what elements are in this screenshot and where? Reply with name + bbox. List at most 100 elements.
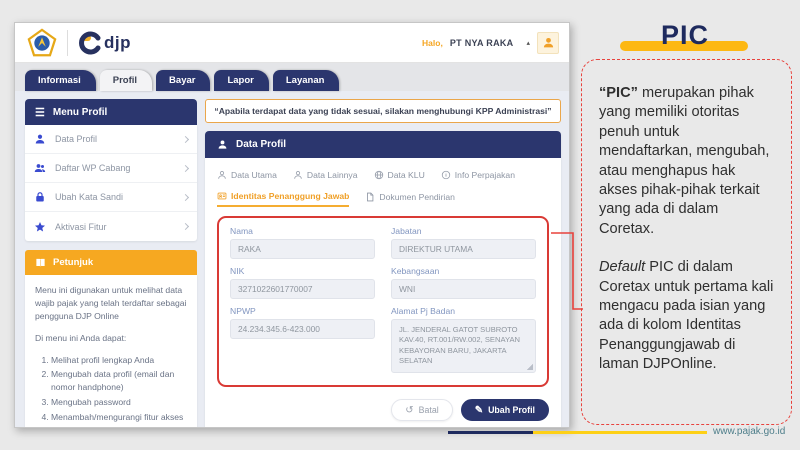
pic-annotation-paragraph-2: Default PIC di dalam Coretax untuk perta… [599,258,774,374]
djp-logo: djp [78,31,131,55]
pic-bold-term: “PIC” [599,85,638,101]
person-outline-icon [217,170,227,180]
subtab-dokumen-pendirian[interactable]: Dokumen Pendirian [365,191,454,207]
globe-icon [374,170,384,180]
caret-down-icon: ▴ [526,39,530,47]
subtab-identitas-penanggung-jawab[interactable]: Identitas Penanggung Jawab [217,191,349,207]
footer-gold-bar [533,431,707,434]
sidebar-item-daftar-wp-cabang[interactable]: Daftar WP Cabang [25,154,197,183]
jabatan-input[interactable] [391,239,536,259]
app-header: djp Halo, PT NYA RAKA ▴ [15,23,569,63]
info-icon [441,170,451,180]
user-name: PT NYA RAKA [450,38,514,48]
tab-info-perpajakan[interactable]: Info Perpajakan [441,170,515,180]
sidebar-item-label: Daftar WP Cabang [55,163,174,173]
nama-input[interactable] [230,239,375,259]
petunjuk-can-item: Mengubah password [51,396,187,409]
batal-button[interactable]: ↺ Batal [391,399,452,421]
npwp-input[interactable] [230,319,375,339]
field-nama: Nama [230,226,375,259]
subtab-label: Dokumen Pendirian [379,192,454,202]
people-icon [34,162,46,174]
tab-informasi[interactable]: Informasi [25,70,96,91]
alamat-textarea[interactable]: JL. JENDERAL GATOT SUBROTO KAV.40, RT.00… [391,319,536,373]
undo-icon: ↺ [405,405,413,416]
data-profil-card: Data Profil Data Utama Data Lainnya [205,131,561,428]
field-jabatan: Jabatan [391,226,536,259]
document-icon [365,192,375,202]
nik-input[interactable] [230,279,375,299]
id-card-icon [217,191,227,201]
hamburger-menu-icon: ☰ [35,106,45,119]
profile-tabs: Data Utama Data Lainnya Data KLU In [217,170,549,180]
sidebar-item-label: Ubah Kata Sandi [55,192,174,202]
tab-data-lainnya[interactable]: Data Lainnya [293,170,358,180]
identitas-form-highlight-box: Nama Jabatan NIK Kebangsaan [217,216,549,387]
tab-profil[interactable]: Profil [100,70,152,91]
tab-data-utama[interactable]: Data Utama [217,170,277,180]
sidebar-menu-header: ☰ Menu Profil [25,99,197,125]
person-card-icon [293,170,303,180]
field-npwp: NPWP [230,306,375,373]
petunjuk-can-item: Mengubah data profil (email dan nomor ha… [51,368,187,394]
sidebar-item-data-profil[interactable]: Data Profil [25,125,197,154]
data-profil-card-body: Data Utama Data Lainnya Data KLU In [205,158,561,428]
ubah-profil-button-label: Ubah Profil [488,405,535,415]
card-title: Data Profil [236,139,286,150]
field-label: NPWP [230,306,375,316]
book-icon [35,257,46,268]
subtab-label: Identitas Penanggung Jawab [231,191,349,201]
main-nav-tabbar: Informasi Profil Bayar Lapor Layanan [15,63,569,91]
petunjuk-can-item: Menambah/mengurangi fitur akses layanan … [51,411,187,428]
tab-label: Data KLU [388,170,425,180]
field-label: Jabatan [391,226,536,236]
pic-annotation-box: “PIC” merupakan pihak yang memiliki otor… [581,59,792,425]
kebangsaan-input[interactable] [391,279,536,299]
field-label: NIK [230,266,375,276]
pic-annotation-title-group: PIC [600,20,770,56]
app-body: ☰ Menu Profil Data Profil Daftar WP Caba… [15,91,569,428]
petunjuk-can-list: Melihat profil lengkap Anda Mengubah dat… [35,354,187,428]
sidebar: ☰ Menu Profil Data Profil Daftar WP Caba… [25,99,197,428]
field-label: Alamat Pj Badan [391,306,536,316]
petunjuk-title: Petunjuk [53,257,93,268]
pencil-icon: ✎ [475,405,483,416]
ubah-profil-button[interactable]: ✎ Ubah Profil [461,399,549,421]
chevron-right-icon [182,135,189,142]
batal-button-label: Batal [419,405,439,415]
petunjuk-can-label: Di menu ini Anda dapat: [35,332,187,345]
tab-label: Info Perpajakan [455,170,515,180]
footer-navy-bar [448,431,533,434]
petunjuk-intro: Menu ini digunakan untuk melihat data wa… [35,284,187,323]
sidebar-item-label: Aktivasi Fitur [55,222,174,232]
sidebar-item-aktivasi-fitur[interactable]: Aktivasi Fitur [25,212,197,241]
sidebar-item-ubah-kata-sandi[interactable]: Ubah Kata Sandi [25,183,197,212]
chevron-right-icon [182,164,189,171]
pic-annotation-paragraph-1: “PIC” merupakan pihak yang memiliki otor… [599,84,774,239]
chevron-right-icon [182,193,189,200]
tab-layanan[interactable]: Layanan [273,70,340,91]
sidebar-item-label: Data Profil [55,134,174,144]
logo-divider [67,30,68,56]
user-menu-button[interactable] [537,32,559,54]
tab-label: Data Utama [231,170,277,180]
sidebar-menu-title: Menu Profil [53,107,107,118]
header-user-area: Halo, PT NYA RAKA ▴ [422,32,559,54]
lock-icon [34,191,46,203]
field-nik: NIK [230,266,375,299]
logo-group: djp [27,28,131,58]
website-url: www.pajak.go.id [713,426,785,437]
form-actions: ↺ Batal ✎ Ubah Profil [217,399,549,423]
pic-paragraph-text: PIC di dalam Coretax untuk pertama kali … [599,259,773,372]
chevron-right-icon [182,223,189,230]
tab-bayar[interactable]: Bayar [156,70,210,91]
kpp-alert-banner: “Apabila terdapat data yang tidak sesuai… [205,99,561,123]
field-alamat-pj-badan: Alamat Pj Badan JL. JENDERAL GATOT SUBRO… [391,306,536,373]
pic-annotation-title: PIC [600,20,770,50]
tab-data-klu[interactable]: Data KLU [374,170,425,180]
tab-lapor[interactable]: Lapor [214,70,268,91]
profile-subtabs: Identitas Penanggung Jawab Dokumen Pendi… [217,191,549,207]
petunjuk-header: Petunjuk [25,250,197,275]
person-icon [217,139,228,150]
petunjuk-can-item: Melihat profil lengkap Anda [51,354,187,367]
